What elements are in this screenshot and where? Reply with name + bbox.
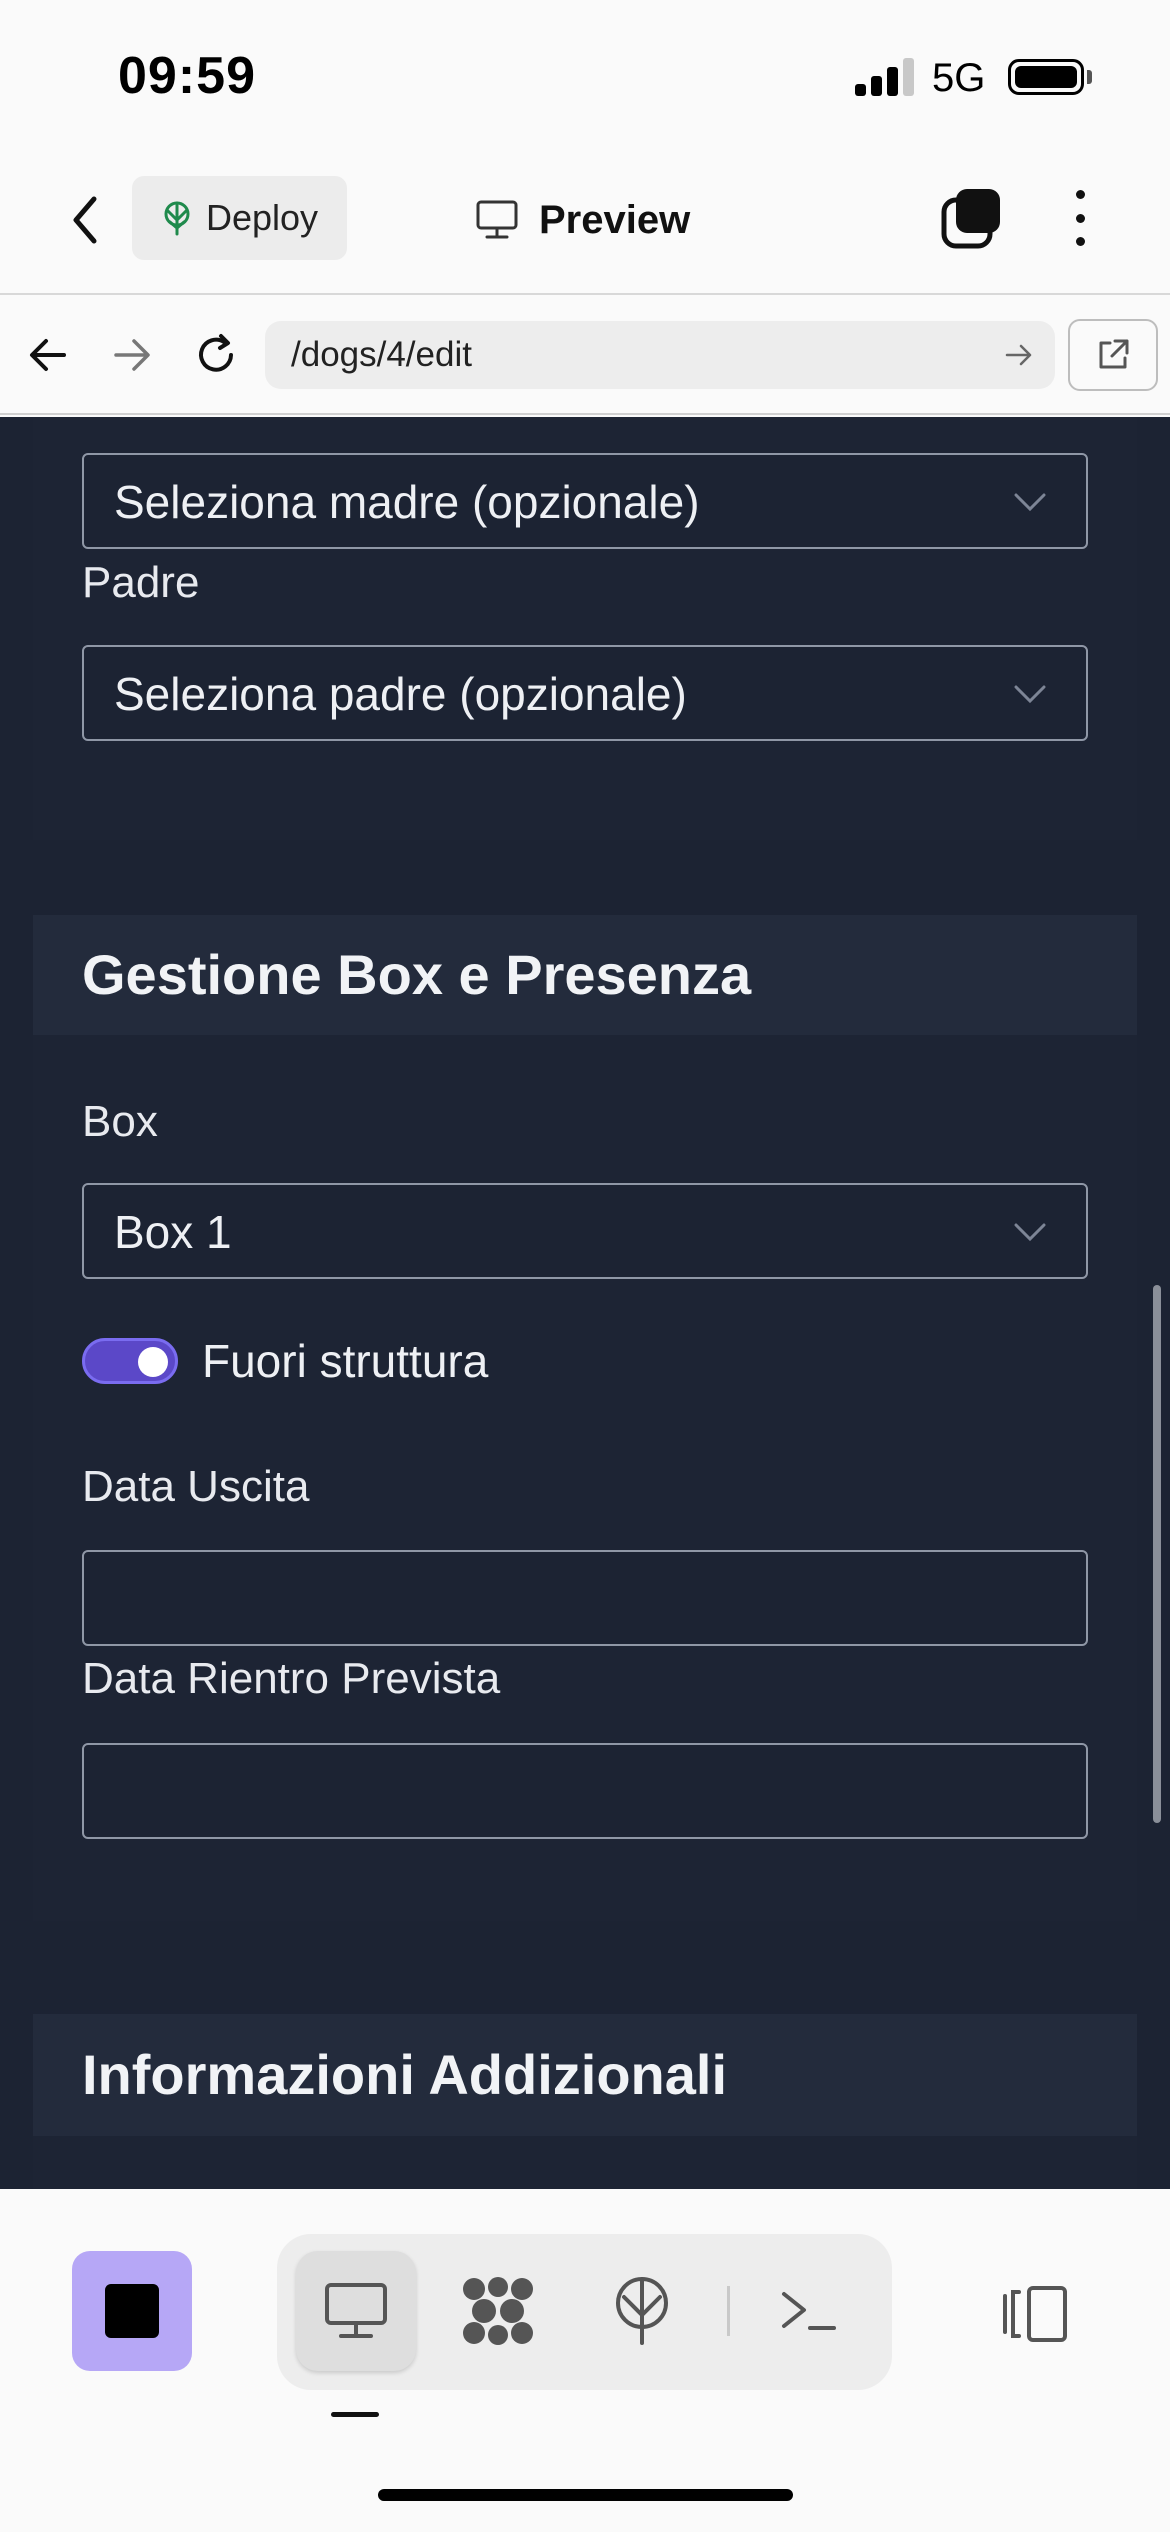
deploy-button[interactable]: Deploy (132, 176, 347, 260)
tabs-button[interactable] (940, 186, 1004, 250)
bottom-bar (0, 2189, 1170, 2532)
home-indicator (378, 2489, 793, 2501)
toggle-knob (138, 1347, 168, 1377)
more-vertical-icon (1075, 190, 1085, 199)
tab-preview[interactable] (296, 2251, 416, 2371)
view-switcher (277, 2234, 892, 2390)
preview-title: Preview (475, 190, 690, 250)
chevron-down-icon (1014, 1223, 1046, 1242)
info-section-title: Informazioni Addizionali (82, 2043, 728, 2106)
status-bar: 09:59 5G (0, 0, 1170, 150)
preview-label: Preview (539, 197, 691, 242)
battery-icon (1008, 59, 1084, 95)
padre-select[interactable]: Seleziona padre (opzionale) (82, 645, 1088, 741)
data-uscita-input[interactable] (82, 1550, 1088, 1646)
open-external-button[interactable] (1068, 319, 1158, 391)
external-link-icon (1099, 339, 1129, 369)
browser-bar: /dogs/4/edit (0, 297, 1170, 415)
agents-icon (463, 2277, 533, 2345)
nav-forward-button[interactable] (104, 327, 160, 383)
panel-button[interactable] (995, 2279, 1075, 2349)
tab-agents[interactable] (438, 2251, 558, 2371)
terminal-icon (782, 2292, 836, 2330)
battery-cap (1087, 70, 1092, 84)
more-options-button[interactable] (1060, 186, 1100, 250)
fuori-struttura-label: Fuori struttura (202, 1335, 489, 1387)
monitor-icon (325, 2283, 387, 2338)
box-section-title: Gestione Box e Presenza (82, 943, 752, 1006)
arrow-right-icon (114, 339, 150, 371)
deploy-label: Deploy (206, 197, 319, 238)
network-label: 5G (932, 56, 986, 100)
signal-icon (855, 58, 915, 96)
tabs-icon (941, 189, 1000, 249)
app-toolbar: Deploy Preview (0, 150, 1170, 295)
deploy-icon (616, 2277, 668, 2345)
stop-icon (105, 2284, 159, 2338)
data-uscita-label: Data Uscita (82, 1462, 310, 1511)
data-rientro-input[interactable] (82, 1743, 1088, 1839)
tab-deploy[interactable] (582, 2251, 702, 2371)
box-select[interactable]: Box 1 (82, 1183, 1088, 1279)
stop-button[interactable] (72, 2251, 192, 2371)
back-button[interactable] (60, 190, 110, 250)
fuori-struttura-toggle[interactable] (82, 1338, 178, 1384)
chevron-left-icon (73, 196, 97, 244)
go-arrow-icon[interactable] (1003, 339, 1035, 371)
data-rientro-label: Data Rientro Prevista (82, 1654, 501, 1703)
box-card-header: Gestione Box e Presenza (33, 915, 1137, 1035)
padre-select-value: Seleziona padre (opzionale) (114, 668, 687, 720)
info-card-header: Informazioni Addizionali (33, 2014, 1137, 2136)
tab-console[interactable] (749, 2251, 869, 2371)
madre-select-value: Seleziona madre (opzionale) (114, 476, 700, 528)
monitor-icon (476, 200, 518, 239)
chevron-down-icon (1014, 685, 1046, 704)
divider (727, 2286, 730, 2336)
url-text: /dogs/4/edit (291, 335, 472, 374)
nav-back-button[interactable] (20, 327, 76, 383)
padre-label: Padre (82, 558, 200, 607)
box-select-value: Box 1 (114, 1206, 232, 1258)
arrow-left-icon (30, 339, 66, 371)
madre-select[interactable]: Seleziona madre (opzionale) (82, 453, 1088, 549)
status-time: 09:59 (118, 47, 256, 105)
reload-button[interactable] (188, 327, 244, 383)
chevron-down-icon (1014, 493, 1046, 512)
box-label: Box (82, 1097, 158, 1146)
scrollbar[interactable] (1153, 1285, 1161, 1823)
url-bar[interactable]: /dogs/4/edit (265, 321, 1055, 389)
active-tab-indicator (331, 2412, 379, 2417)
app-content: Seleziona madre (opzionale) Padre Selezi… (0, 417, 1170, 2189)
reload-icon (199, 334, 233, 372)
panel-icon (1003, 2286, 1067, 2342)
deploy-tree-icon (164, 201, 190, 236)
